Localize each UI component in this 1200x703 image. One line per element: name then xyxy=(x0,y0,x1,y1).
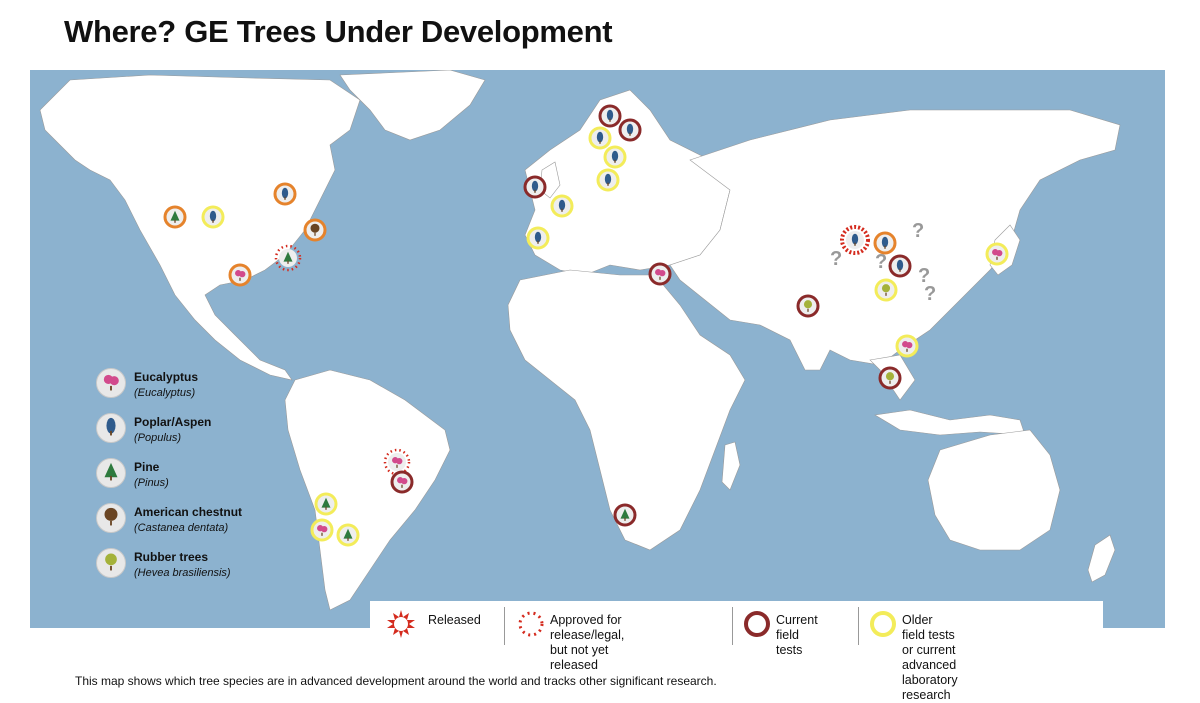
map-marker xyxy=(603,145,627,169)
rubber-icon xyxy=(105,553,117,571)
legend-divider xyxy=(732,607,733,645)
legend-released-label: Released xyxy=(428,613,481,627)
species-scientific-name: (Hevea brasiliensis) xyxy=(134,567,231,579)
rubber-tree-icon xyxy=(96,548,126,578)
australia xyxy=(927,429,1061,551)
chestnut-icon xyxy=(96,503,126,533)
legend-older-label: Older field tests or current advanced la… xyxy=(902,613,958,703)
map-marker xyxy=(336,523,360,547)
status-legend: Released Approved for release/legal, but… xyxy=(370,601,1103,702)
pine-icon xyxy=(104,462,118,481)
species-name: Pine xyxy=(134,460,160,474)
legend-older-line2: advanced laboratory research xyxy=(902,658,958,702)
unknown-question-mark: ? xyxy=(912,220,924,242)
map-marker xyxy=(888,254,912,278)
legend-approved-label: Approved for release/legal, but not yet … xyxy=(550,613,624,673)
species-scientific-name: (Populus) xyxy=(134,432,182,444)
map-marker xyxy=(878,366,902,390)
map-caption: This map shows which tree species are in… xyxy=(75,674,717,688)
legend-approved-line1: Approved for release/legal, xyxy=(550,613,625,642)
map-marker xyxy=(873,231,897,255)
species-legend-item: Poplar/Aspen (Populus) xyxy=(96,413,296,458)
species-name: Eucalyptus xyxy=(134,370,199,384)
species-legend-item: Rubber trees (Hevea brasiliensis) xyxy=(96,548,296,593)
map-marker xyxy=(588,126,612,150)
map-marker xyxy=(526,226,550,250)
species-scientific-name: (Pinus) xyxy=(134,477,169,489)
map-marker xyxy=(895,334,919,358)
unknown-question-mark: ? xyxy=(924,283,936,305)
map-marker xyxy=(985,242,1009,266)
poplar-icon xyxy=(96,413,126,443)
map-marker xyxy=(874,278,898,302)
legend-current-label: Current field tests xyxy=(776,613,818,658)
legend-divider xyxy=(858,607,859,645)
legend-divider xyxy=(504,607,505,645)
legend-current-line1: Current xyxy=(776,613,818,627)
legend-approved-line2: but not yet released xyxy=(550,643,609,672)
map-title: Where? GE Trees Under Development xyxy=(64,14,613,49)
species-name: American chestnut xyxy=(134,505,243,519)
released-icon xyxy=(387,610,415,638)
older-icon xyxy=(870,611,896,637)
map-marker xyxy=(523,175,547,199)
map-marker xyxy=(613,503,637,527)
species-legend-item: Pine (Pinus) xyxy=(96,458,296,503)
species-name: Rubber trees xyxy=(134,550,209,564)
map-marker xyxy=(163,205,187,229)
map-marker xyxy=(310,518,334,542)
eucalyptus-icon xyxy=(96,368,126,398)
approved-icon xyxy=(518,611,544,637)
map-marker xyxy=(273,182,297,206)
map-marker xyxy=(596,168,620,192)
map-marker xyxy=(618,118,642,142)
unknown-question-mark: ? xyxy=(830,248,842,270)
species-name: Poplar/Aspen xyxy=(134,415,212,429)
map-marker xyxy=(303,218,327,242)
current-icon xyxy=(744,611,770,637)
map-marker xyxy=(201,205,225,229)
species-legend-item: American chestnut (Castanea dentata) xyxy=(96,503,296,548)
map-marker xyxy=(314,492,338,516)
species-scientific-name: (Eucalyptus) xyxy=(134,387,196,399)
species-legend: Eucalyptus (Eucalyptus) Poplar/Aspen (Popul… xyxy=(96,368,296,593)
map-marker xyxy=(228,263,252,287)
map-marker xyxy=(796,294,820,318)
map-marker xyxy=(550,194,574,218)
species-scientific-name: (Castanea dentata) xyxy=(134,522,229,534)
poplar-icon xyxy=(106,417,116,436)
unknown-question-mark: ? xyxy=(875,251,887,273)
chestnut-icon xyxy=(104,507,118,526)
species-legend-item: Eucalyptus (Eucalyptus) xyxy=(96,368,296,413)
map-marker xyxy=(598,104,622,128)
legend-current-line2: field tests xyxy=(776,628,803,657)
eucalyptus-icon xyxy=(103,374,119,391)
map-marker xyxy=(648,262,672,286)
pine-icon xyxy=(96,458,126,488)
legend-older-line1: Older field tests or current xyxy=(902,613,956,657)
map-marker xyxy=(390,470,414,494)
